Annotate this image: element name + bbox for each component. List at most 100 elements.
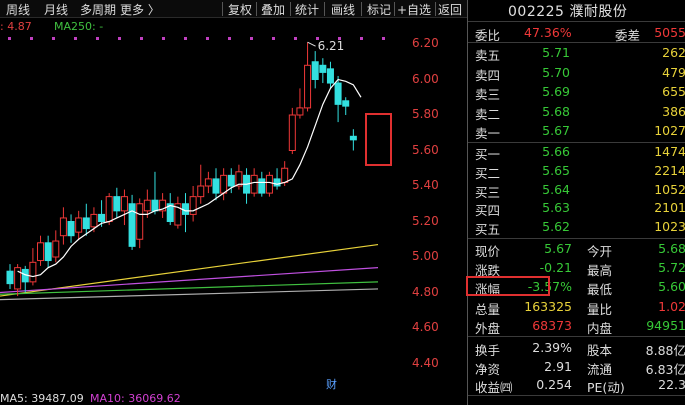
candle-body-up: [204, 178, 212, 187]
candle-body-up: [304, 64, 312, 109]
adjust-button[interactable]: 复权: [228, 1, 252, 18]
bid-level-volume: 1023: [654, 219, 685, 235]
toolbar-divider: [394, 2, 395, 16]
ask-level-volume: 262: [662, 45, 685, 60]
candle-body-down: [319, 64, 327, 73]
stat-value: 5.60: [658, 279, 685, 295]
top-marker-dot: [360, 37, 363, 40]
bid-level-label: 买四: [475, 203, 501, 219]
toolbar-divider: [222, 2, 223, 16]
candle-body-down: [334, 82, 342, 105]
change-pct-highlight: [466, 276, 550, 296]
fundamental-value: 6.83亿: [645, 361, 685, 377]
bid-level-volume: 2214: [654, 162, 685, 178]
add-watchlist-button[interactable]: +自选: [397, 1, 431, 18]
financial-report-marker[interactable]: 财: [326, 376, 337, 392]
ask-level-label: 卖五: [475, 48, 501, 63]
top-marker-dot: [206, 37, 209, 40]
fundamental-value: 0.254: [536, 377, 572, 392]
toolbar-divider: [324, 2, 325, 16]
stat-value: -0.21: [539, 260, 572, 276]
candle-body-down: [181, 203, 189, 215]
ask-level-volume: 386: [662, 103, 685, 119]
peak-price-label: 6.21: [318, 39, 345, 53]
stock-name: 濮耐股份: [569, 4, 628, 20]
stat-label: 最低: [587, 282, 613, 298]
top-marker-dot: [184, 37, 187, 40]
bid-level-label: 买二: [475, 165, 501, 181]
candle-body-up: [136, 203, 144, 240]
ask-level-price: 5.67: [542, 123, 570, 138]
fundamental-value: 8.88亿: [645, 343, 685, 358]
stat-value: 5.67: [544, 241, 572, 256]
candle-body-up: [90, 213, 98, 228]
bid-level-volume: 2101: [654, 200, 685, 216]
ma10-volume-label: MA10: 36069.62: [90, 392, 181, 405]
candlestick-chart[interactable]: 6.21: [0, 18, 410, 388]
tab-weekly[interactable]: 周线: [6, 1, 30, 18]
tab-monthly[interactable]: 月线: [44, 1, 68, 18]
candle-body-up: [14, 267, 22, 290]
stat-value: 5.68: [658, 241, 685, 256]
stat-value: 94951: [646, 317, 685, 333]
top-marker-dot: [118, 37, 121, 40]
stat-value: 1.02: [658, 298, 685, 314]
stock-title: 002225 濮耐股份: [508, 1, 627, 21]
top-marker-dot: [96, 37, 99, 40]
back-button[interactable]: 返回: [438, 1, 462, 18]
mark-button[interactable]: 标记: [367, 1, 391, 18]
candle-body-up: [265, 174, 273, 194]
fundamental-label: 换手: [475, 343, 501, 358]
stat-label: 内盘: [587, 320, 613, 336]
candle-body-down: [128, 203, 136, 247]
draw-line-button[interactable]: 画线: [331, 1, 355, 18]
candle-body-down: [98, 213, 106, 222]
toolbar-divider: [290, 2, 291, 16]
stat-label: 今开: [587, 244, 613, 259]
top-marker-dot: [162, 37, 165, 40]
top-marker-dot: [8, 37, 11, 40]
committee-ratio-value: 47.36%: [524, 25, 572, 40]
candle-body-up: [220, 174, 228, 194]
tab-multi-period[interactable]: 多周期: [80, 1, 116, 18]
candle-body-down: [113, 196, 121, 212]
candle-body-up: [197, 185, 205, 198]
candle-body-down: [82, 217, 90, 230]
candle-body-up: [29, 261, 37, 283]
ma5-line: [17, 78, 362, 278]
fundamental-label: 收益㈣: [475, 380, 513, 395]
fundamental-value: 22.3: [658, 377, 685, 392]
price-tick-label: 5.40: [412, 178, 439, 192]
stat-value: 5.72: [658, 260, 685, 276]
ask-level-label: 卖一: [475, 126, 501, 141]
top-marker-dot: [382, 37, 385, 40]
stat-label: 总量: [475, 301, 501, 317]
candle-body-down: [44, 242, 52, 262]
statistics-button[interactable]: 统计: [295, 1, 319, 18]
price-tick-label: 4.60: [412, 320, 439, 334]
ask-level-price: 5.71: [542, 45, 570, 60]
latest-candle-highlight: [365, 113, 392, 166]
top-marker-dot: [228, 37, 231, 40]
candle-body-down: [151, 199, 159, 212]
long-ma-line: [0, 267, 379, 294]
ask-level-price: 5.70: [542, 64, 570, 80]
stat-label: 现价: [475, 244, 501, 259]
candle-body-down: [212, 178, 220, 194]
top-marker-dot: [272, 37, 275, 40]
committee-diff-value: 5055: [654, 25, 685, 40]
price-tick-label: 5.20: [412, 213, 439, 228]
ask-level-volume: 1027: [654, 123, 685, 138]
more-menu[interactable]: 更多 〉: [120, 1, 160, 18]
stat-value: 68373: [532, 317, 572, 333]
divider: [468, 238, 685, 239]
toolbar-divider: [435, 2, 436, 16]
fundamental-label: PE(动): [587, 380, 625, 395]
candle-body-up: [281, 167, 289, 183]
candle-body-down: [349, 135, 357, 141]
overlay-button[interactable]: 叠加: [261, 1, 285, 18]
price-tick-label: 6.20: [412, 36, 439, 50]
candle-body-down: [67, 221, 75, 237]
toolbar-divider: [256, 2, 257, 16]
divider: [468, 42, 685, 43]
